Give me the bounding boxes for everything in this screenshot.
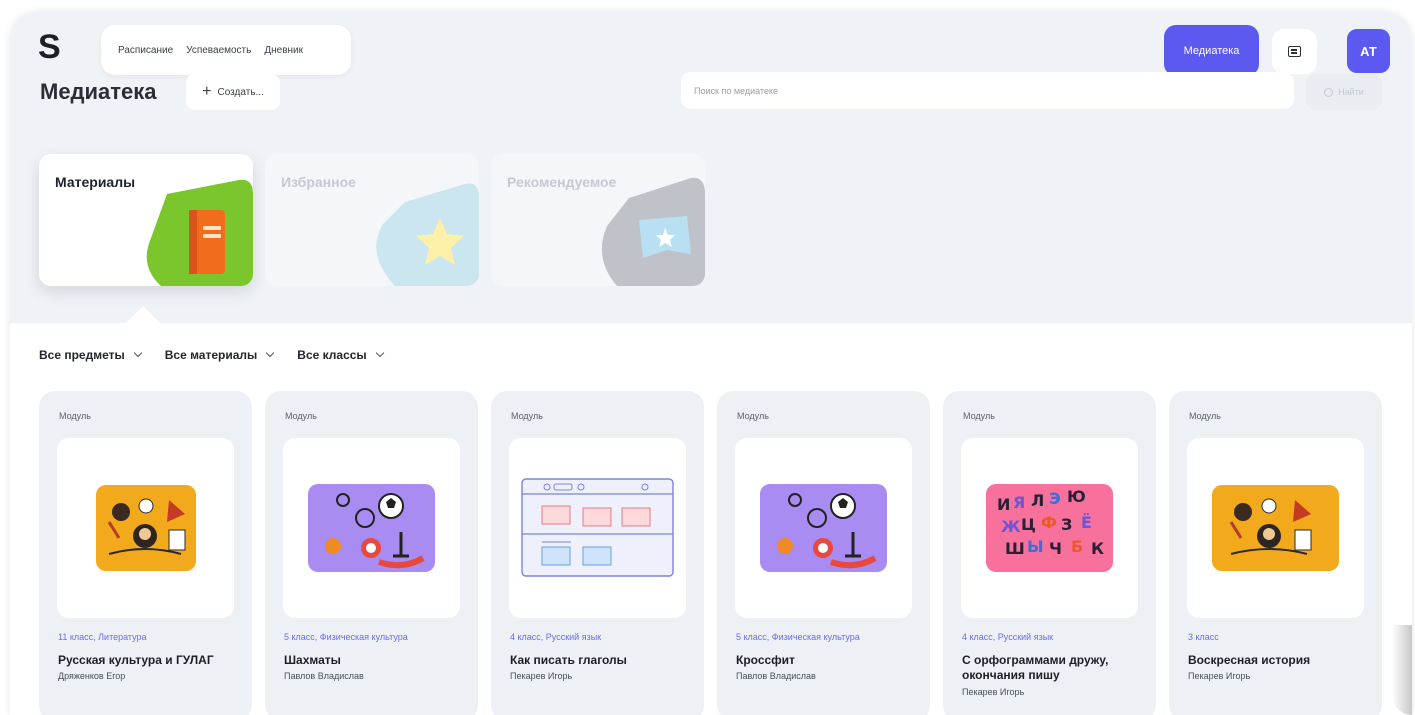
media-library-button[interactable]: Медиатека	[1164, 25, 1259, 76]
logo[interactable]: S	[38, 28, 61, 67]
chevron-down-icon	[266, 348, 275, 358]
filter-bar: Все предметы Все материалы Все классы	[39, 348, 384, 362]
sports-illustration	[760, 484, 887, 572]
card-title[interactable]: Воскресная история	[1188, 653, 1368, 668]
svg-text:Б: Б	[1071, 537, 1083, 556]
avatar[interactable]: АТ	[1347, 29, 1390, 73]
star-icon	[376, 183, 479, 286]
filter-label: Все классы	[297, 348, 367, 362]
literature-illustration	[96, 485, 196, 571]
card-meta: 5 класс, Физическая культура	[736, 632, 860, 642]
svg-text:З: З	[1061, 515, 1072, 534]
svg-text:Ю: Ю	[1067, 487, 1086, 506]
svg-text:Ш: Ш	[1005, 539, 1025, 558]
svg-text:Ы: Ы	[1027, 537, 1044, 556]
category-favorites[interactable]: Избранное	[265, 154, 479, 286]
card-author: Дряженков Егор	[58, 671, 126, 681]
filter-label: Все материалы	[164, 348, 258, 362]
plus-icon: +	[202, 83, 212, 100]
module-card[interactable]: Модуль ИЯЛЭЮ ЖЦФЗЁ ШЫЧБК 4 класс, Русски…	[943, 391, 1156, 715]
card-title[interactable]: Шахматы	[284, 653, 464, 668]
card-thumbnail	[283, 438, 460, 618]
alphabet-illustration: ИЯЛЭЮ ЖЦФЗЁ ШЫЧБК	[986, 484, 1113, 572]
create-button[interactable]: + Создать...	[186, 74, 280, 110]
filter-materials[interactable]: Все материалы	[164, 348, 275, 362]
card-thumbnail	[735, 438, 912, 618]
card-author: Павлов Владислав	[736, 671, 816, 681]
card-title[interactable]: Русская культура и ГУЛАГ	[58, 653, 238, 668]
filter-label: Все предметы	[39, 348, 125, 362]
card-type: Модуль	[1189, 411, 1221, 421]
card-thumbnail	[57, 438, 234, 618]
module-card[interactable]: Модуль 5 класс, Физическая культура Крос…	[717, 391, 930, 715]
filter-subjects[interactable]: Все предметы	[39, 348, 142, 362]
card-type: Модуль	[737, 411, 769, 421]
book-icon	[146, 179, 253, 286]
search-input[interactable]	[681, 72, 1294, 109]
card-author: Пекарев Игорь	[1188, 671, 1251, 681]
svg-text:Э: Э	[1049, 489, 1061, 508]
literature-illustration	[1212, 485, 1339, 571]
svg-text:Я: Я	[1013, 493, 1025, 512]
svg-text:Ц: Ц	[1021, 515, 1036, 534]
module-card[interactable]: Модуль 11 класс, Литература Русская куль…	[39, 391, 252, 715]
find-button[interactable]: Найти	[1306, 74, 1382, 110]
create-label: Создать...	[217, 86, 264, 98]
top-nav: Расписание Успеваемость Дневник	[101, 25, 351, 75]
filter-grades[interactable]: Все классы	[297, 348, 384, 362]
card-author: Пекарев Игорь	[962, 687, 1025, 697]
category-recommended[interactable]: Рекомендуемое	[491, 154, 705, 286]
svg-text:К: К	[1091, 539, 1104, 558]
module-card[interactable]: Модуль 4 класс, Русский язык Как писать …	[491, 391, 704, 715]
search-icon	[1324, 87, 1334, 97]
layout-wireframe-illustration	[521, 478, 674, 577]
card-thumbnail	[1187, 438, 1364, 618]
header-area: S Расписание Успеваемость Дневник Медиат…	[10, 12, 1412, 323]
chevron-down-icon	[375, 348, 384, 358]
nav-grades[interactable]: Успеваемость	[186, 45, 251, 56]
card-meta: 4 класс, Русский язык	[510, 632, 602, 642]
svg-text:Ж: Ж	[1001, 517, 1021, 536]
card-title[interactable]: Кроссфит	[736, 653, 916, 668]
nav-diary[interactable]: Дневник	[264, 45, 303, 56]
page-title: Медиатека	[40, 79, 157, 104]
module-card[interactable]: Модуль 5 класс, Физическая культура Шахм…	[265, 391, 478, 715]
chat-icon	[1288, 46, 1301, 57]
card-title[interactable]: Как писать глаголы	[510, 653, 690, 668]
chevron-down-icon	[133, 348, 142, 358]
module-card[interactable]: Модуль 3 класс Воскресная история Пекаре…	[1169, 391, 1382, 715]
find-label: Найти	[1338, 87, 1364, 97]
card-title[interactable]: С орфограммами дружу, окончания пишу	[962, 653, 1142, 683]
card-type: Модуль	[59, 411, 91, 421]
card-meta: 11 класс, Литература	[58, 632, 147, 642]
card-type: Модуль	[511, 411, 543, 421]
bookmark-star-icon	[601, 177, 705, 286]
card-meta: 4 класс, Русский язык	[962, 632, 1054, 642]
svg-text:Л: Л	[1031, 491, 1044, 510]
app-window: S Расписание Успеваемость Дневник Медиат…	[10, 12, 1412, 715]
messages-button[interactable]	[1272, 29, 1317, 74]
card-author: Павлов Владислав	[284, 671, 364, 681]
svg-text:И: И	[997, 495, 1010, 514]
card-meta: 3 класс	[1188, 632, 1219, 642]
nav-schedule[interactable]: Расписание	[118, 45, 173, 56]
card-author: Пекарев Игорь	[510, 671, 573, 681]
svg-text:Ф: Ф	[1041, 513, 1057, 532]
card-type: Модуль	[285, 411, 317, 421]
card-thumbnail	[509, 438, 686, 618]
card-type: Модуль	[963, 411, 995, 421]
card-meta: 5 класс, Физическая культура	[284, 632, 408, 642]
sports-illustration	[308, 484, 435, 572]
svg-text:Ч: Ч	[1049, 539, 1062, 558]
svg-text:Ё: Ё	[1081, 513, 1092, 532]
category-materials[interactable]: Материалы	[39, 154, 253, 286]
card-thumbnail: ИЯЛЭЮ ЖЦФЗЁ ШЫЧБК	[961, 438, 1138, 618]
